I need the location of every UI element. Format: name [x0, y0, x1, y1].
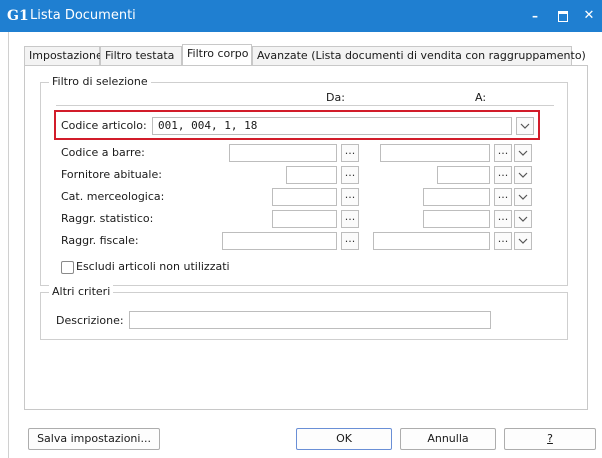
- raggr-statistico-dropdown[interactable]: [514, 210, 532, 228]
- codice-barre-to-browse[interactable]: ...: [494, 144, 512, 162]
- fornitore-from-input[interactable]: [286, 166, 337, 184]
- tab-impostazione[interactable]: Impostazione: [24, 46, 103, 65]
- raggr-fiscale-label: Raggr. fiscale:: [61, 234, 139, 247]
- chevron-down-icon: [518, 194, 528, 200]
- highlight-box: [54, 110, 540, 140]
- title-bar: G1 Lista Documenti – ✕: [0, 0, 602, 32]
- codice-barre-label: Codice a barre:: [61, 146, 145, 159]
- selection-filter-title: Filtro di selezione: [49, 75, 151, 88]
- raggr-statistico-from-browse[interactable]: ...: [341, 210, 359, 228]
- codice-barre-dropdown[interactable]: [514, 144, 532, 162]
- cat-merceologica-from-input[interactable]: [272, 188, 337, 206]
- app-logo: G1: [7, 8, 29, 24]
- codice-barre-from-browse[interactable]: ...: [341, 144, 359, 162]
- raggr-statistico-to-browse[interactable]: ...: [494, 210, 512, 228]
- other-criteria-title: Altri criteri: [49, 285, 114, 298]
- window-title: Lista Documenti: [30, 8, 136, 23]
- help-button[interactable]: ?: [504, 428, 596, 450]
- minimize-icon: –: [532, 9, 538, 23]
- chevron-down-icon: [518, 238, 528, 244]
- ok-button[interactable]: OK: [296, 428, 392, 450]
- raggr-fiscale-to-input[interactable]: [373, 232, 490, 250]
- cancel-button[interactable]: Annulla: [400, 428, 496, 450]
- tab-filtro-testata[interactable]: Filtro testata: [100, 46, 182, 65]
- fornitore-from-browse[interactable]: ...: [341, 166, 359, 184]
- fornitore-to-browse[interactable]: ...: [494, 166, 512, 184]
- raggr-fiscale-from-browse[interactable]: ...: [341, 232, 359, 250]
- cat-merceologica-from-browse[interactable]: ...: [341, 188, 359, 206]
- raggr-fiscale-dropdown[interactable]: [514, 232, 532, 250]
- tab-filtro-corpo[interactable]: Filtro corpo: [182, 44, 252, 65]
- chevron-down-icon: [518, 172, 528, 178]
- cat-merceologica-to-input[interactable]: [423, 188, 490, 206]
- maximize-icon: [558, 11, 568, 22]
- chevron-down-icon: [518, 150, 528, 156]
- raggr-statistico-to-input[interactable]: [423, 210, 490, 228]
- minimize-button[interactable]: –: [520, 0, 550, 32]
- cat-merceologica-dropdown[interactable]: [514, 188, 532, 206]
- descrizione-label: Descrizione:: [56, 314, 124, 327]
- cat-merceologica-to-browse[interactable]: ...: [494, 188, 512, 206]
- window-border: [8, 32, 9, 458]
- from-column-header: Da:: [326, 91, 345, 104]
- codice-barre-to-input[interactable]: [380, 144, 490, 162]
- raggr-statistico-label: Raggr. statistico:: [61, 212, 154, 225]
- to-column-header: A:: [475, 91, 487, 104]
- tab-avanzate[interactable]: Avanzate (Lista documenti di vendita con…: [252, 46, 586, 65]
- raggr-fiscale-to-browse[interactable]: ...: [494, 232, 512, 250]
- fornitore-label: Fornitore abituale:: [61, 168, 162, 181]
- fornitore-to-input[interactable]: [437, 166, 490, 184]
- raggr-statistico-from-input[interactable]: [272, 210, 337, 228]
- header-divider: [56, 105, 554, 106]
- raggr-fiscale-from-input[interactable]: [222, 232, 337, 250]
- cat-merceologica-label: Cat. merceologica:: [61, 190, 165, 203]
- escludi-checkbox[interactable]: [61, 261, 74, 274]
- chevron-down-icon: [518, 216, 528, 222]
- close-icon: ✕: [583, 8, 595, 23]
- codice-barre-from-input[interactable]: [229, 144, 337, 162]
- save-settings-button[interactable]: Salva impostazioni...: [28, 428, 160, 450]
- fornitore-dropdown[interactable]: [514, 166, 532, 184]
- descrizione-input[interactable]: [129, 311, 491, 329]
- escludi-label[interactable]: Escludi articoli non utilizzati: [76, 260, 230, 274]
- close-button[interactable]: ✕: [574, 0, 602, 32]
